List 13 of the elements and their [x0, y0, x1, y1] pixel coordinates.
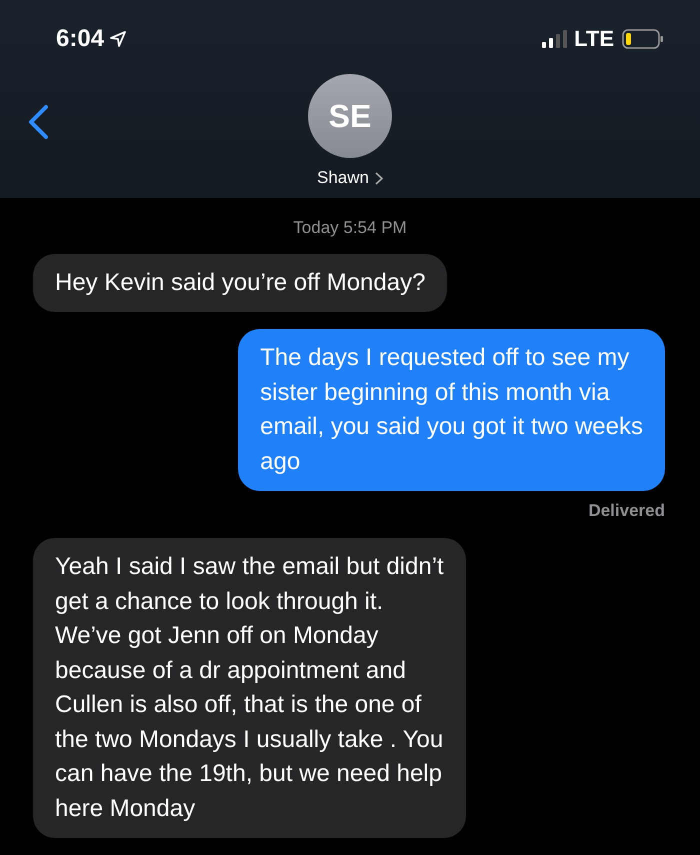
- battery-icon: [622, 29, 664, 49]
- network-label: LTE: [574, 26, 614, 52]
- received-message: Hey Kevin said you’re off Monday?: [33, 254, 448, 312]
- status-time: 6:04: [56, 25, 104, 53]
- signal-icon: [542, 29, 568, 49]
- received-message: Yeah I said I saw the email but didn’t get a chance to look through it. We’ve got Jenn off on Monday because of a dr appointment and Cullen is also off, that is the one of the two Mondays I usually take . You can have the 19th, but we need help here Monday: [33, 538, 466, 838]
- back-button[interactable]: [26, 104, 50, 140]
- contact-name[interactable]: Shawn: [317, 168, 383, 188]
- delivery-status: Delivered: [588, 501, 665, 521]
- sent-message: The days I requested off to see my sister beginning of this month via email, you said you got it two weeks ago: [238, 329, 665, 491]
- chevron-icon: [374, 172, 383, 184]
- location-arrow-icon: [110, 31, 126, 47]
- message-timestamp: Today 5:54 PM: [292, 218, 408, 238]
